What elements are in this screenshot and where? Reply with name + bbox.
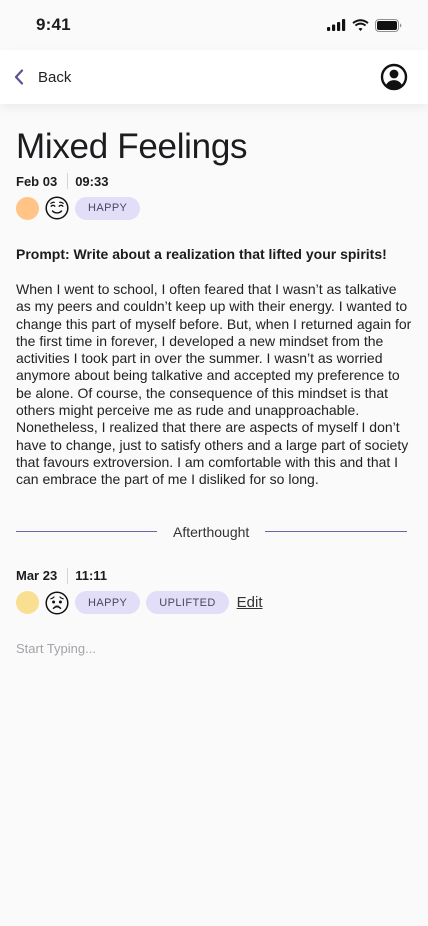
status-icons bbox=[327, 18, 402, 32]
afterthought-time: 11:11 bbox=[75, 568, 108, 584]
entry-date: Feb 03 bbox=[16, 173, 58, 189]
back-button[interactable]: Back bbox=[14, 69, 71, 86]
meta-divider bbox=[67, 173, 69, 189]
status-bar: 9:41 bbox=[0, 0, 428, 50]
worried-face-icon bbox=[45, 591, 69, 615]
divider-line-right bbox=[265, 531, 408, 533]
mood-tag-uplifted: UPLIFTED bbox=[146, 591, 229, 615]
entry-body: When I went to school, I often feared th… bbox=[16, 281, 412, 488]
relieved-face-icon bbox=[45, 196, 69, 220]
entry-time: 09:33 bbox=[75, 173, 109, 189]
mood-color-dot bbox=[16, 196, 39, 220]
battery-icon bbox=[375, 18, 402, 32]
mood-color-dot bbox=[16, 591, 39, 615]
entry-title: Mixed Feelings bbox=[16, 127, 248, 166]
chevron-left-icon bbox=[14, 69, 24, 85]
divider-line-left bbox=[16, 531, 157, 533]
afterthought-input[interactable] bbox=[16, 640, 412, 656]
mood-tag-happy: HAPPY bbox=[75, 591, 141, 615]
afterthought-meta: Mar 23 11:11 bbox=[16, 565, 412, 587]
entry-meta: Feb 03 09:33 bbox=[16, 170, 412, 192]
status-time: 9:41 bbox=[36, 15, 71, 34]
cellular-signal-icon bbox=[327, 19, 346, 31]
afterthought-mood-row: HAPPY UPLIFTED Edit bbox=[16, 591, 412, 615]
entry-content: Mixed Feelings Feb 03 09:33 HAPPY Prompt… bbox=[16, 104, 412, 658]
mood-tag-happy: HAPPY bbox=[75, 196, 141, 220]
afterthought-label: Afterthought bbox=[173, 523, 250, 540]
afterthought-divider: Afterthought bbox=[16, 523, 412, 541]
edit-button[interactable]: Edit bbox=[237, 594, 263, 611]
entry-mood-row: HAPPY bbox=[16, 196, 412, 220]
nav-bar: Back bbox=[0, 50, 428, 104]
meta-divider bbox=[67, 567, 69, 584]
back-label: Back bbox=[38, 68, 72, 86]
entry-prompt: Prompt: Write about a realization that l… bbox=[16, 246, 387, 262]
profile-icon[interactable] bbox=[380, 63, 408, 91]
afterthought-date: Mar 23 bbox=[16, 568, 58, 584]
wifi-icon bbox=[352, 19, 369, 31]
